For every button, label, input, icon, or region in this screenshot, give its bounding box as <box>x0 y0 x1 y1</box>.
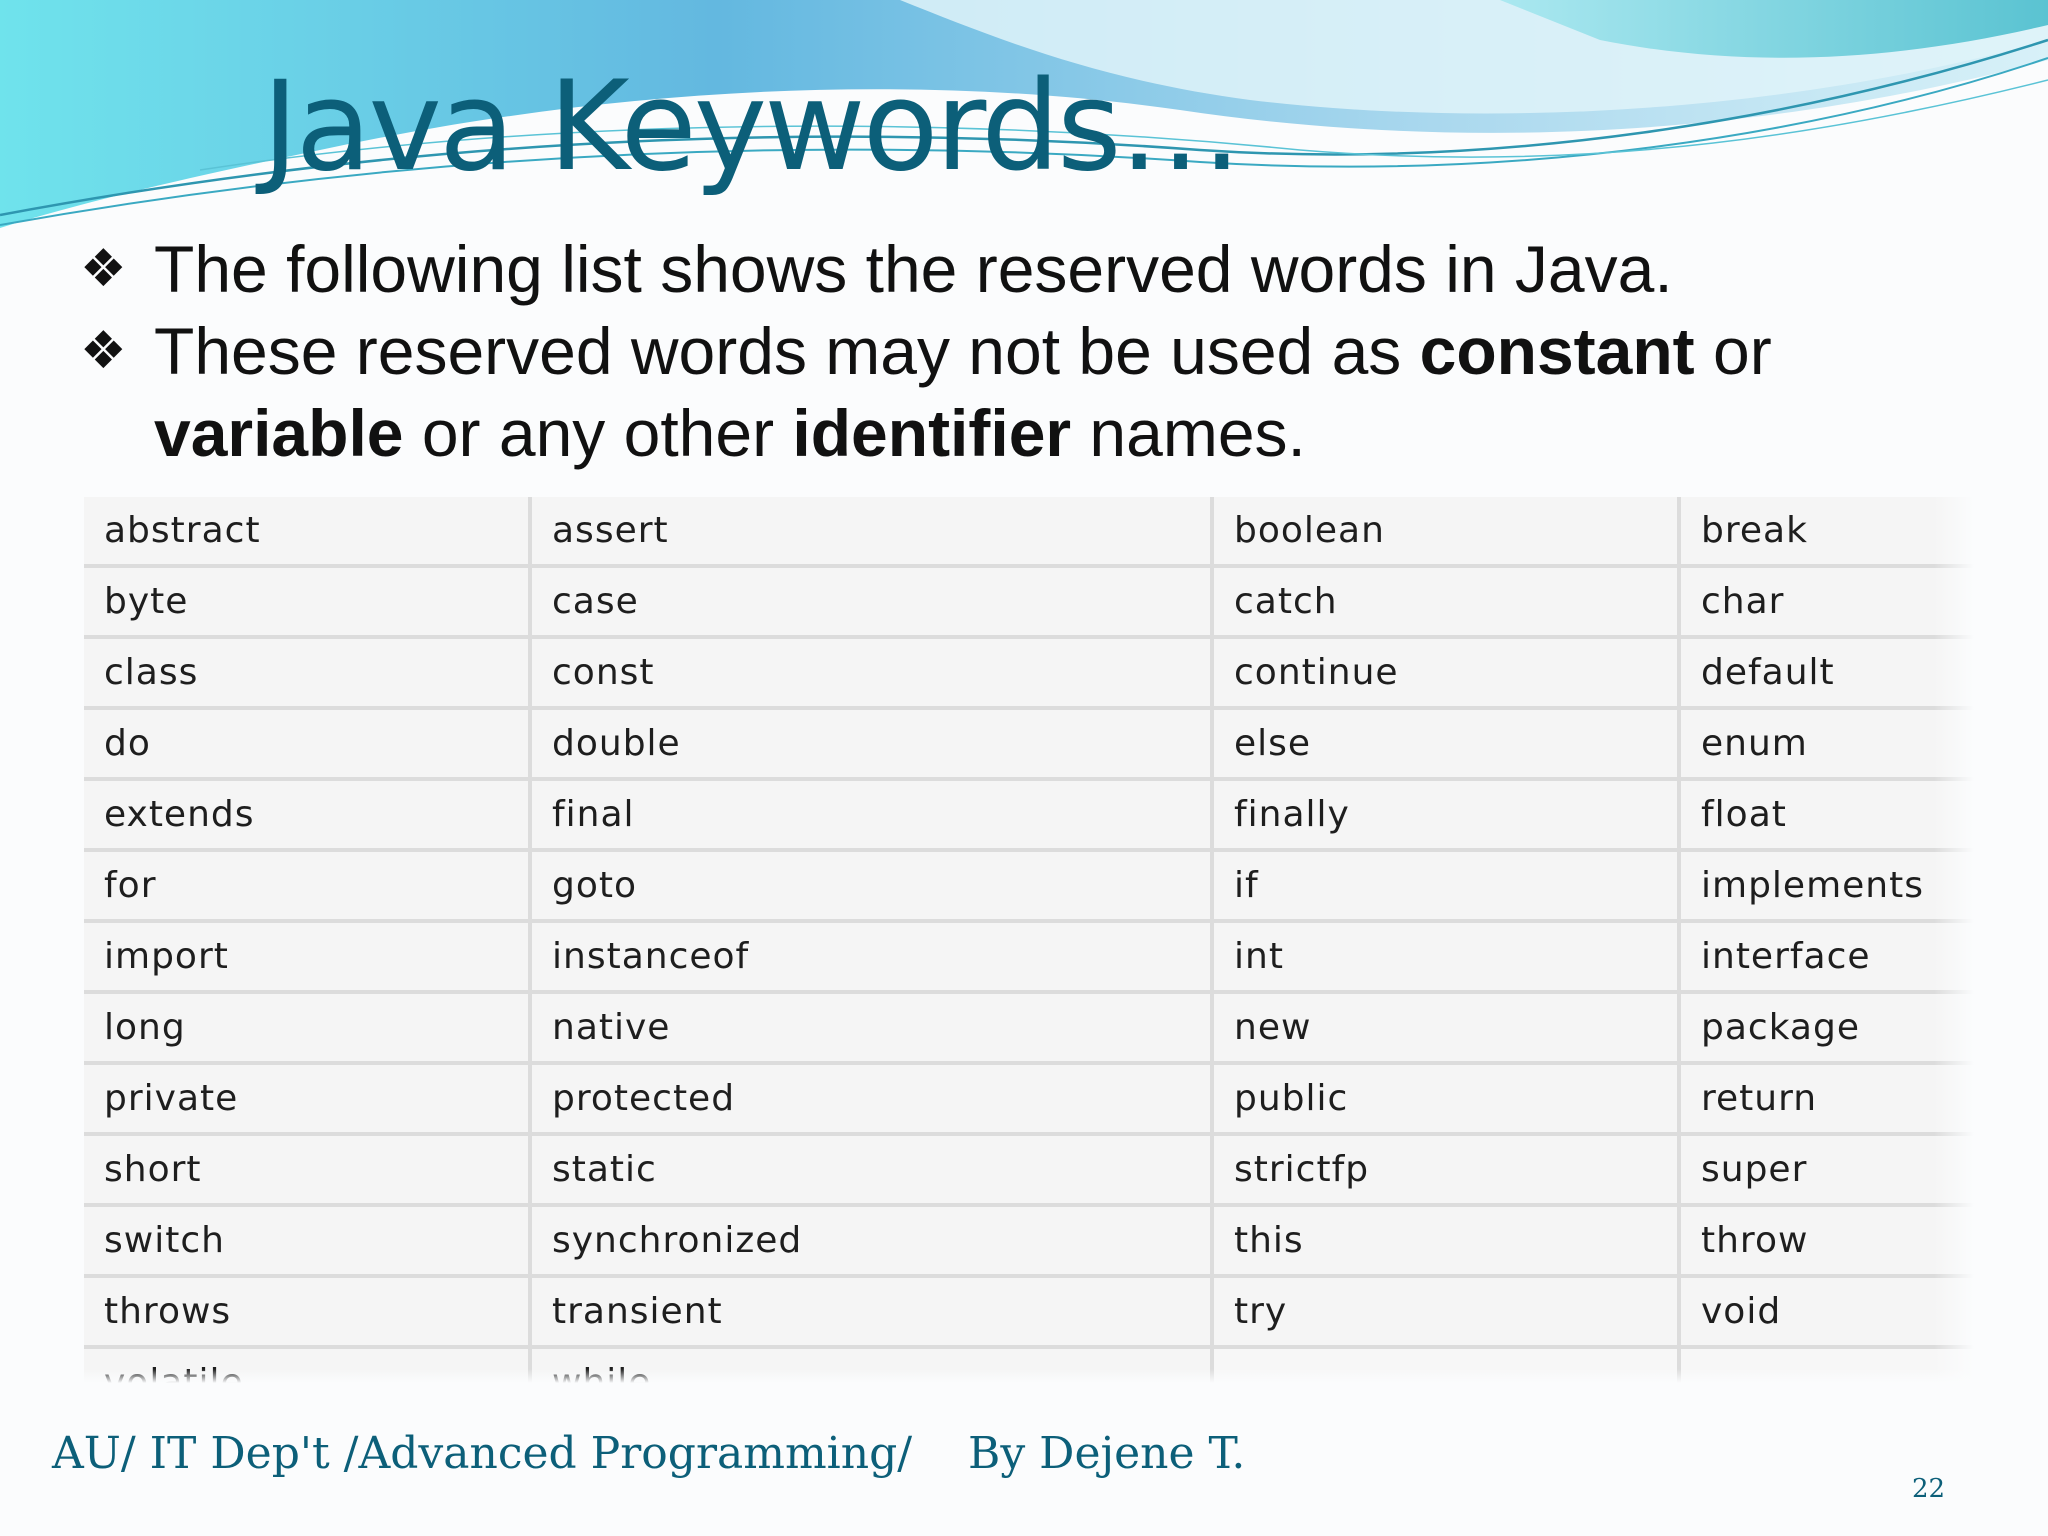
diamond-bullet-icon: ❖ <box>80 321 127 381</box>
keyword-cell: protected <box>530 1063 1214 1136</box>
keyword-cell: package <box>1679 992 1974 1065</box>
bullet-list: ❖ The following list shows the reserved … <box>80 228 1980 474</box>
keyword-cell: extends <box>84 779 532 852</box>
keyword-cell: continue <box>1212 637 1681 710</box>
slide: Java Keywords… ❖ The following list show… <box>0 0 2048 1536</box>
table-row: byte case catch char <box>84 566 1974 639</box>
bullet-item: ❖ These reserved words may not be used a… <box>80 310 1980 474</box>
bullet-text: or any other <box>403 396 793 470</box>
keyword-cell: const <box>530 637 1214 710</box>
table-row: short static strictfp super <box>84 1134 1974 1207</box>
bold-term-variable: variable <box>154 396 404 470</box>
table-row: throws transient try void <box>84 1276 1974 1349</box>
keyword-cell: this <box>1212 1205 1681 1278</box>
table-row: private protected public return <box>84 1063 1974 1136</box>
keyword-cell: else <box>1212 708 1681 781</box>
keyword-cell: char <box>1679 566 1974 639</box>
keyword-cell: switch <box>84 1205 532 1278</box>
keyword-cell: import <box>84 921 532 994</box>
keyword-cell: synchronized <box>530 1205 1214 1278</box>
keyword-cell: finally <box>1212 779 1681 852</box>
diamond-bullet-icon: ❖ <box>80 239 127 299</box>
keyword-cell: transient <box>530 1276 1214 1349</box>
bullet-text: These reserved words may not be used as <box>154 314 1420 388</box>
table-row: abstract assert boolean break <box>84 497 1974 568</box>
keyword-cell: void <box>1679 1276 1974 1349</box>
keyword-cell: static <box>530 1134 1214 1207</box>
slide-title: Java Keywords… <box>262 55 1243 199</box>
table-row: for goto if implements <box>84 850 1974 923</box>
keywords-table-image: abstract assert boolean break byte case catch c… <box>84 497 1974 1383</box>
footer-course: AU/ IT Dep't /Advanced Programming/ <box>52 1428 913 1479</box>
footer-author: By Dejene T. <box>968 1428 1246 1479</box>
table-row: extends final finally float <box>84 779 1974 852</box>
table-row: import instanceof int interface <box>84 921 1974 994</box>
table-edge-fade <box>84 1369 1974 1383</box>
keyword-cell: boolean <box>1212 497 1681 568</box>
bullet-text: or <box>1694 314 1772 388</box>
keyword-cell: interface <box>1679 921 1974 994</box>
keyword-cell: implements <box>1679 850 1974 923</box>
keyword-cell: throw <box>1679 1205 1974 1278</box>
table-row: long native new package <box>84 992 1974 1065</box>
bullet-item: ❖ The following list shows the reserved … <box>80 228 1980 310</box>
keyword-cell: class <box>84 637 532 710</box>
table-row: switch synchronized this throw <box>84 1205 1974 1278</box>
keyword-cell: if <box>1212 850 1681 923</box>
keyword-cell: float <box>1679 779 1974 852</box>
keyword-cell: try <box>1212 1276 1681 1349</box>
keyword-cell: assert <box>530 497 1214 568</box>
keyword-cell: short <box>84 1134 532 1207</box>
keyword-cell: super <box>1679 1134 1974 1207</box>
table-row: do double else enum <box>84 708 1974 781</box>
keyword-cell: strictfp <box>1212 1134 1681 1207</box>
keyword-cell: final <box>530 779 1214 852</box>
keyword-cell: double <box>530 708 1214 781</box>
keyword-cell: int <box>1212 921 1681 994</box>
keyword-cell: break <box>1679 497 1974 568</box>
bullet-text: names. <box>1071 396 1306 470</box>
keyword-cell: throws <box>84 1276 532 1349</box>
bold-term-identifier: identifier <box>792 396 1072 470</box>
keyword-cell: for <box>84 850 532 923</box>
page-number: 22 <box>1912 1474 1946 1504</box>
keywords-table: abstract assert boolean break byte case catch c… <box>84 497 1974 1383</box>
keyword-cell: public <box>1212 1063 1681 1136</box>
keyword-cell: long <box>84 992 532 1065</box>
keyword-cell: case <box>530 566 1214 639</box>
keyword-cell: private <box>84 1063 532 1136</box>
keyword-cell: byte <box>84 566 532 639</box>
keyword-cell: native <box>530 992 1214 1065</box>
keyword-cell: default <box>1679 637 1974 710</box>
keyword-cell: new <box>1212 992 1681 1065</box>
keyword-cell: instanceof <box>530 921 1214 994</box>
keyword-cell: enum <box>1679 708 1974 781</box>
bold-term-constant: constant <box>1419 314 1695 388</box>
keyword-cell: abstract <box>84 497 532 568</box>
keyword-cell: return <box>1679 1063 1974 1136</box>
bullet-text: The following list shows the reserved wo… <box>154 232 1673 306</box>
keyword-cell: do <box>84 708 532 781</box>
keyword-cell: goto <box>530 850 1214 923</box>
keyword-cell: catch <box>1212 566 1681 639</box>
table-row: class const continue default <box>84 637 1974 710</box>
table-edge-fade <box>1934 497 1974 1383</box>
